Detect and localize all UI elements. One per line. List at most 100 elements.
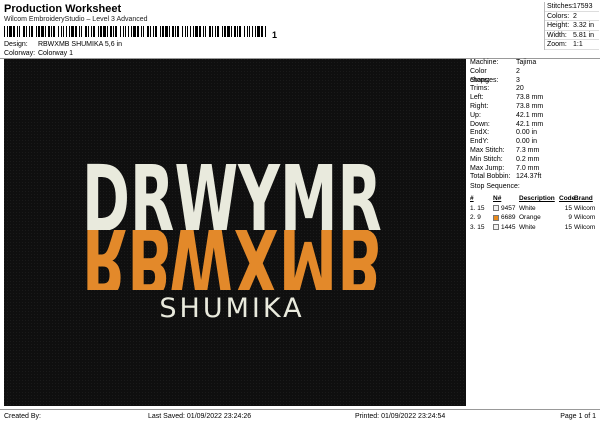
design-preview-svg: DRWYMR RBWXMB SHUMIKA (4, 59, 466, 406)
summary-row: Colors: 2 (545, 12, 599, 21)
detail-value: 124.37ft (516, 173, 542, 181)
detail-label: Total Bobbin: (470, 173, 511, 181)
detail-value: 0.2 mm (516, 155, 540, 163)
machine-details: Machine: Tajima Color changes: 2 Stops: 3 T… (468, 59, 599, 191)
detail-value: 0.00 in (516, 138, 538, 146)
detail-row: Max Stitch: 7.3 mm (468, 147, 599, 156)
row-thread-number: 6689 (501, 214, 516, 221)
row-code: 9 (568, 214, 572, 221)
summary-value: 2 (573, 12, 577, 20)
detail-label: Stops: (470, 76, 490, 84)
summary-row: Zoom: 1:1 (545, 40, 599, 50)
color-swatch-icon (493, 224, 499, 231)
row-n: 15 (477, 223, 485, 231)
summary-row: Stitches: 17593 (545, 2, 599, 12)
detail-value: 0.00 in (516, 129, 538, 137)
last-saved: Last Saved: 01/09/2022 23:24:26 (148, 413, 252, 420)
detail-row: Trims: 20 (468, 85, 599, 94)
page-title: Production Worksheet (4, 3, 122, 15)
summary-row: Width: 5.81 in (545, 31, 599, 40)
page-number: Page 1 of 1 (560, 413, 596, 420)
footer-divider (0, 409, 600, 410)
summary-label: Width: (547, 31, 567, 39)
summary-row: Height: 3.32 in (545, 21, 599, 31)
detail-label: Right: (470, 102, 489, 110)
detail-row: Max Jump: 7.0 mm (468, 165, 599, 174)
design-value: RBWXMB SHUMIKA 5,6 in (37, 41, 122, 48)
colorway-value: Colorway 1 (37, 50, 73, 57)
color-swatch-icon (493, 205, 499, 212)
summary-label: Colors: (547, 12, 570, 20)
color-swatch-icon (493, 214, 499, 221)
row-num: 3. (470, 223, 476, 231)
detail-value: 42.1 mm (516, 111, 544, 119)
detail-label: Max Jump: (470, 164, 505, 172)
summary-label: Zoom: (547, 41, 567, 48)
stop-sequence-header: # N# Description Code Brand (468, 194, 599, 204)
detail-value: 20 (516, 85, 524, 93)
colorway-row: Colorway: Colorway 1 (4, 50, 73, 57)
design-preview[interactable]: DRWYMR RBWXMB SHUMIKA (4, 59, 466, 406)
detail-row: Min Stitch: 0.2 mm (468, 156, 599, 165)
summary-value: 3.32 in (573, 22, 595, 29)
detail-row: EndY: 0.00 in (468, 138, 599, 147)
row-brand: Wilcom (574, 204, 596, 212)
row-num: 2. (470, 214, 476, 221)
design-bottom-text: SHUMIKA (159, 293, 304, 324)
design-label: Design: (4, 41, 28, 48)
table-row: 3. 15 1445 White 15 Wilcom (468, 223, 599, 233)
software-subtitle: Wilcom EmbroideryStudio – Level 3 Advanc… (4, 16, 148, 23)
barcode-mark: 1 (272, 30, 278, 40)
col-num: # (470, 195, 474, 202)
summary-value: 17593 (573, 3, 593, 10)
detail-row: Right: 73.8 mm (468, 103, 599, 112)
detail-row: Total Bobbin: 124.37ft (468, 173, 599, 182)
detail-label: Left: (470, 94, 484, 102)
row-num: 1. (470, 204, 476, 212)
detail-label: Up: (470, 111, 481, 119)
row-n: 15 (477, 204, 485, 212)
colorway-label: Colorway: (4, 50, 36, 57)
detail-label: Min Stitch: (470, 155, 503, 163)
detail-label: EndX: (470, 129, 490, 137)
row-n: 9 (477, 214, 481, 221)
detail-value: Tajima (516, 59, 537, 66)
stop-sequence-title: Stop Sequence: (470, 183, 520, 191)
row-code: 15 (564, 223, 572, 231)
detail-row: Color changes: 2 (468, 68, 599, 84)
detail-value: 7.0 mm (516, 164, 540, 172)
detail-label: Machine: (470, 59, 499, 66)
summary-panel: Stitches: 17593 Colors: 2 Height: 3.32 in W… (544, 2, 599, 50)
stop-sequence-table: # N# Description Code Brand 1. 15 9457 W… (468, 194, 599, 232)
created-by: Created By: (4, 413, 41, 420)
printed-date: Printed: 01/09/2022 23:24:54 (355, 413, 446, 420)
summary-value: 5.81 in (573, 31, 595, 39)
detail-row: Stops: 3 (468, 77, 599, 86)
row-thread-number: 1445 (501, 223, 516, 231)
row-description: Orange (519, 214, 541, 221)
row-description: White (519, 204, 536, 212)
detail-row: EndX: 0.00 in (468, 129, 599, 138)
col-n: N# (493, 195, 502, 202)
detail-value: 73.8 mm (516, 102, 544, 110)
row-brand: Wilcom (574, 214, 596, 221)
detail-label: Down: (470, 120, 490, 128)
detail-label: Trims: (470, 85, 490, 93)
detail-row: Down: 42.1 mm (468, 121, 599, 130)
detail-value: 3 (516, 76, 520, 84)
table-row: 2. 9 6689 Orange 9 Wilcom (468, 213, 599, 223)
summary-label: Height: (547, 22, 570, 29)
design-row: Design: RBWXMB SHUMIKA 5,6 in (4, 41, 122, 48)
barcode (4, 26, 268, 37)
summary-label: Stitches: (547, 3, 574, 10)
row-description: White (519, 223, 536, 231)
footer: Created By: Last Saved: 01/09/2022 23:24… (0, 411, 600, 423)
detail-label: EndY: (470, 138, 489, 146)
row-thread-number: 9457 (501, 204, 516, 212)
table-row: 1. 15 9457 White 15 Wilcom (468, 204, 599, 214)
detail-value: 42.1 mm (516, 120, 544, 128)
col-brand: Brand (574, 195, 593, 202)
row-code: 15 (564, 204, 572, 212)
summary-value: 1:1 (573, 41, 583, 48)
col-code: Code (559, 195, 576, 202)
